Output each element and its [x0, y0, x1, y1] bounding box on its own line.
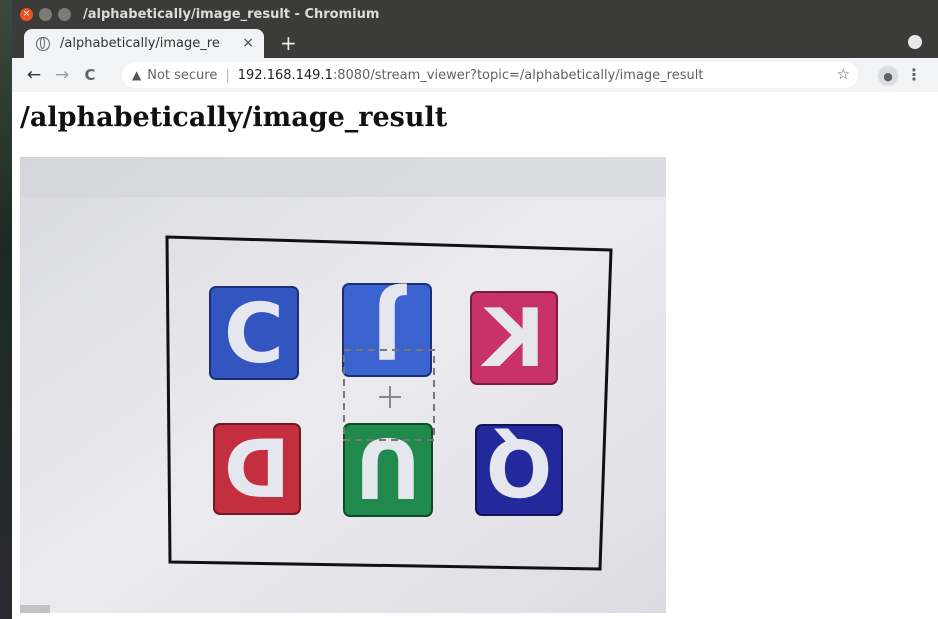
close-window-button[interactable]: ×: [20, 7, 33, 21]
security-label: Not secure: [147, 67, 218, 83]
window-title: /alphabetically/image_result - Chromium: [83, 6, 380, 22]
reload-button[interactable]: C: [76, 66, 104, 84]
tab-close-button[interactable]: ×: [242, 35, 254, 51]
tab-title: /alphabetically/image_re: [60, 36, 220, 51]
tile-k: K: [470, 291, 558, 385]
svg-text:D: D: [224, 423, 290, 516]
svg-text:J: J: [372, 280, 408, 375]
svg-text:Q: Q: [486, 421, 552, 511]
paper-edge: [20, 157, 666, 197]
browser-window: × /alphabetically/image_result - Chromiu…: [12, 0, 938, 619]
forward-button[interactable]: →: [48, 65, 76, 85]
minimize-window-button[interactable]: [39, 7, 52, 21]
page-title: /alphabetically/image_result: [20, 102, 448, 133]
tab-strip: /alphabetically/image_re × +: [12, 28, 938, 58]
url-path: :8080/stream_viewer?topic=/alphabeticall…: [332, 67, 704, 83]
desktop-background: [0, 0, 12, 619]
tile-d: D: [213, 423, 301, 516]
bookmark-star-icon[interactable]: ☆: [837, 65, 850, 83]
tile-q: Q: [475, 421, 563, 516]
profile-icon[interactable]: ●: [878, 66, 898, 86]
tab-active[interactable]: /alphabetically/image_re ×: [24, 29, 264, 58]
tab-search-icon[interactable]: [908, 35, 922, 49]
browser-toolbar: ← → C ▲ Not secure | 192.168.149.1:8080/…: [12, 58, 938, 93]
tile-u: U: [343, 419, 433, 517]
svg-text:C: C: [224, 287, 284, 382]
page-content: /alphabetically/image_result C J K D U Q: [12, 92, 938, 619]
globe-icon: [36, 36, 50, 51]
new-tab-button[interactable]: +: [280, 31, 297, 55]
svg-text:U: U: [355, 419, 422, 514]
maximize-window-button[interactable]: [58, 7, 71, 21]
camera-stream-image: C J K D U Q: [20, 157, 666, 613]
image-corner-artifact: [20, 605, 50, 613]
menu-icon[interactable]: ⋮: [906, 65, 922, 84]
tile-c: C: [209, 286, 299, 382]
url-host: 192.168.149.1: [237, 67, 333, 83]
address-bar[interactable]: ▲ Not secure | 192.168.149.1:8080/stream…: [122, 62, 858, 88]
svg-text:K: K: [480, 292, 545, 385]
omnibox-separator: |: [225, 67, 230, 83]
title-bar: × /alphabetically/image_result - Chromiu…: [12, 0, 938, 28]
warning-icon: ▲: [132, 68, 142, 82]
back-button[interactable]: ←: [20, 65, 48, 85]
tile-j: J: [342, 280, 432, 377]
